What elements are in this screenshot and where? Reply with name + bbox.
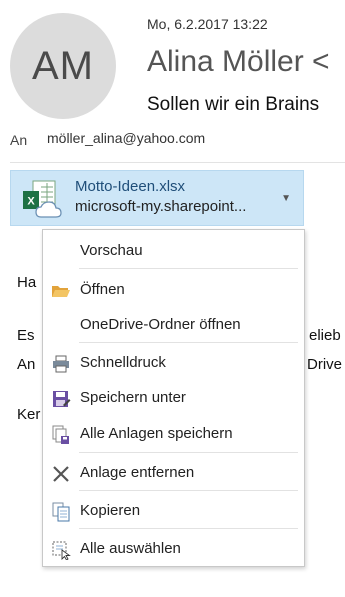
- menu-item-label: Vorschau: [80, 242, 143, 259]
- message-subject: Sollen wir ein Brains: [147, 94, 320, 115]
- menu-item-preview[interactable]: Vorschau: [43, 234, 304, 268]
- save-as-icon: [53, 391, 71, 407]
- menu-item-save-as[interactable]: Speichern unter: [43, 381, 304, 415]
- folder-open-icon: [52, 286, 70, 297]
- avatar: AM: [10, 13, 116, 119]
- save-all-icon: [52, 425, 69, 444]
- menu-item-open-onedrive-folder[interactable]: OneDrive-Ordner öffnen: [43, 308, 304, 342]
- body-text: Drive: [307, 356, 343, 373]
- menu-divider: [79, 342, 298, 343]
- menu-divider: [79, 452, 298, 453]
- header-divider: [10, 162, 345, 163]
- copy-icon: [52, 502, 70, 522]
- menu-item-save-all-attachments[interactable]: Alle Anlagen speichern: [43, 417, 304, 451]
- menu-item-open[interactable]: Öffnen: [43, 273, 304, 307]
- menu-item-select-all[interactable]: Alle auswählen: [43, 532, 304, 566]
- select-all-icon: [52, 541, 71, 560]
- menu-item-quick-print[interactable]: Schnelldruck: [43, 346, 304, 380]
- menu-item-label: Speichern unter: [80, 389, 186, 406]
- menu-item-label: OneDrive-Ordner öffnen: [80, 316, 241, 333]
- remove-x-icon: [53, 466, 69, 482]
- menu-item-label: Kopieren: [80, 502, 141, 519]
- avatar-initials: AM: [32, 43, 94, 88]
- attachment-context-menu: Vorschau Öffnen OneDrive-Ordner öffnen S…: [42, 229, 305, 567]
- body-text: Es: [17, 327, 35, 344]
- attachment-filename: Motto-Ideen.xlsx: [75, 178, 186, 195]
- menu-divider: [79, 528, 298, 529]
- body-text: eliеb: [309, 327, 341, 344]
- menu-divider: [79, 268, 298, 269]
- attachment-location: microsoft-my.sharepoint...: [75, 198, 247, 215]
- svg-text:X: X: [27, 196, 35, 208]
- menu-item-label: Anlage entfernen: [80, 464, 195, 481]
- body-text: An: [17, 356, 36, 373]
- excel-file-cloud-icon: X: [23, 180, 62, 218]
- attachment-card[interactable]: X Motto-Ideen.xlsx microsoft-my.sharepoi…: [10, 170, 304, 226]
- printer-icon: [53, 355, 69, 373]
- message-date: Mo, 6.2.2017 13:22: [147, 16, 268, 32]
- to-label: An: [10, 132, 28, 148]
- sender-name[interactable]: Alina Möller <: [147, 45, 330, 79]
- body-text: Ha: [17, 274, 37, 291]
- chevron-down-icon[interactable]: ▼: [281, 193, 291, 204]
- menu-item-label: Alle auswählen: [80, 540, 181, 557]
- menu-item-label: Öffnen: [80, 281, 125, 298]
- menu-item-remove-attachment[interactable]: Anlage entfernen: [43, 456, 304, 490]
- body-text: Ker: [17, 406, 41, 423]
- menu-item-copy[interactable]: Kopieren: [43, 494, 304, 528]
- menu-divider: [79, 490, 298, 491]
- menu-item-label: Schnelldruck: [80, 354, 166, 371]
- recipient-address[interactable]: möller_alina@yahoo.com: [47, 130, 205, 146]
- menu-item-label: Alle Anlagen speichern: [80, 425, 233, 442]
